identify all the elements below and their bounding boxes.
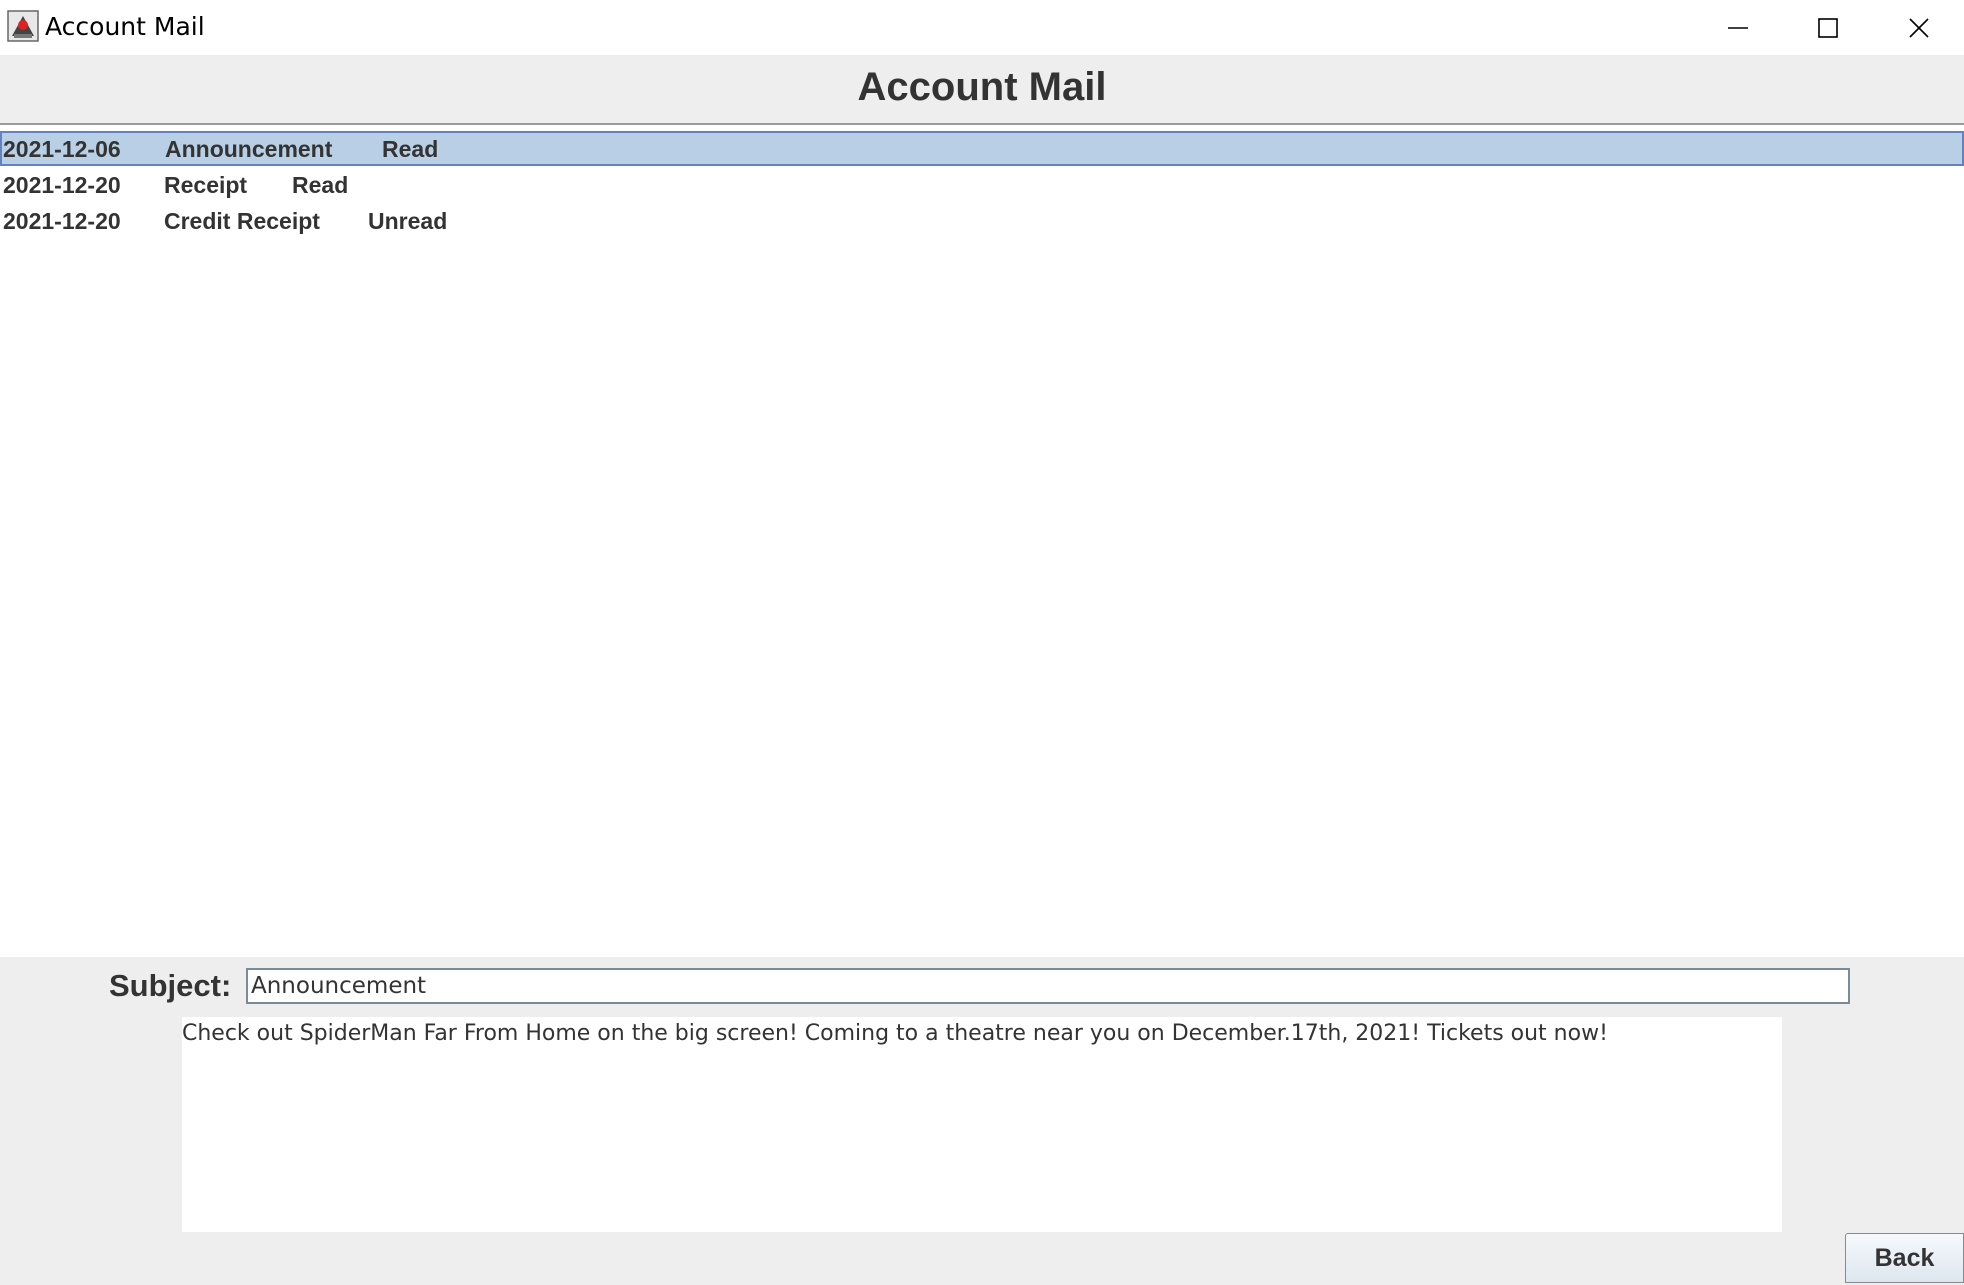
- close-icon: [1909, 17, 1929, 38]
- java-app-icon: [7, 10, 39, 42]
- mail-status: Unread: [368, 208, 448, 234]
- window-titlebar: Account Mail: [0, 0, 1964, 55]
- mail-subject: Credit Receipt: [164, 208, 320, 234]
- mail-status: Read: [382, 136, 439, 162]
- minimize-button[interactable]: [1693, 0, 1783, 55]
- mail-list-item[interactable]: 2021-12-20 Receipt Read: [0, 167, 1964, 202]
- subject-field[interactable]: [246, 968, 1850, 1004]
- minimize-icon: [1728, 26, 1748, 29]
- mail-date: 2021-12-20: [3, 172, 121, 198]
- mail-subject: Announcement: [165, 136, 333, 162]
- page-header: Account Mail: [0, 55, 1964, 125]
- maximize-icon: [1818, 17, 1838, 38]
- mail-list-item[interactable]: 2021-12-20 Credit Receipt Unread: [0, 203, 1964, 238]
- maximize-button[interactable]: [1783, 0, 1873, 55]
- back-button[interactable]: Back: [1845, 1233, 1964, 1283]
- mail-status: Read: [292, 172, 349, 198]
- mail-date: 2021-12-06: [3, 136, 121, 162]
- mail-date: 2021-12-20: [3, 208, 121, 234]
- close-button[interactable]: [1874, 0, 1964, 55]
- mail-list-item[interactable]: 2021-12-06 Announcement Read: [0, 131, 1964, 166]
- mail-list[interactable]: 2021-12-06 Announcement Read 2021-12-20 …: [0, 125, 1964, 957]
- mail-detail-panel: Subject: Check out SpiderMan Far From Ho…: [0, 957, 1964, 1285]
- window-title: Account Mail: [45, 12, 205, 41]
- message-body[interactable]: Check out SpiderMan Far From Home on the…: [182, 1017, 1782, 1232]
- subject-label: Subject:: [109, 968, 232, 1003]
- page-title: Account Mail: [857, 65, 1107, 109]
- mail-subject: Receipt: [164, 172, 248, 198]
